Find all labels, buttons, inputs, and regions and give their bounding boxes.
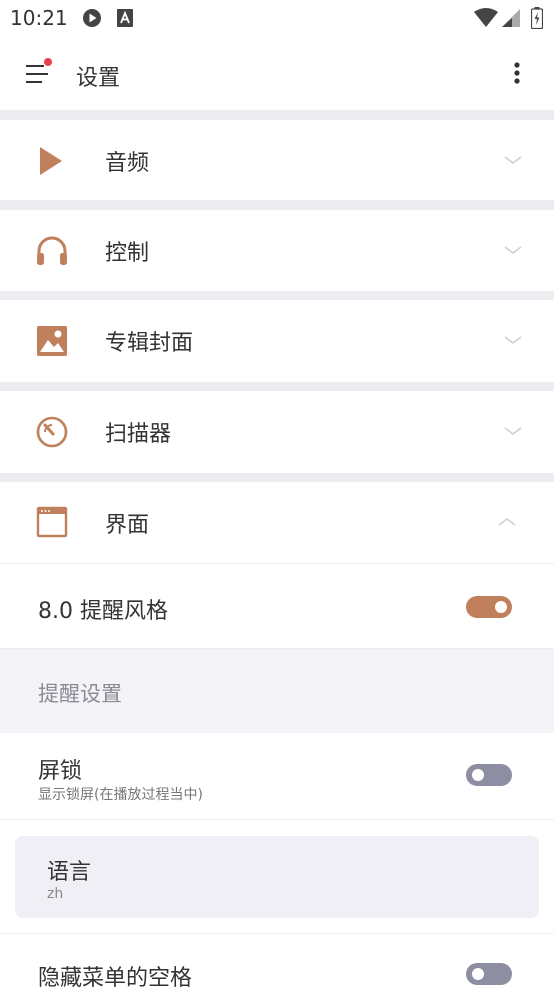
chevron-down-icon (500, 423, 526, 439)
setting-lock-screen-title: 屏锁 (38, 759, 83, 784)
chevron-down-icon (500, 152, 526, 168)
section-controls[interactable]: 控制 (0, 210, 554, 290)
lock-screen-toggle[interactable] (466, 764, 512, 786)
play-icon (34, 144, 70, 178)
setting-language-value: zh (47, 886, 64, 902)
setting-lock-screen[interactable]: 屏锁 显示锁屏(在播放过程当中) (0, 733, 554, 820)
separator (0, 200, 554, 210)
setting-hide-menu-spacing-title: 隐藏菜单的空格 (38, 966, 193, 991)
image-icon (34, 324, 70, 358)
section-scanner[interactable]: 扫描器 (0, 391, 554, 471)
window-icon (34, 505, 70, 539)
chevron-down-icon (500, 242, 526, 258)
wifi-icon (474, 8, 498, 32)
chevron-up-icon (494, 514, 520, 530)
setting-language[interactable]: 语言 zh (15, 836, 539, 918)
chevron-down-icon (500, 332, 526, 348)
section-album-art[interactable]: 专辑封面 (0, 300, 554, 380)
page-title: 设置 (76, 66, 121, 91)
section-interface-label: 界面 (105, 513, 150, 538)
divider (0, 819, 554, 820)
play-circle-icon (82, 8, 102, 32)
section-audio[interactable]: 音频 (0, 120, 554, 200)
gauge-icon (34, 415, 70, 449)
menu-icon (26, 58, 52, 83)
section-controls-label: 控制 (105, 241, 150, 266)
headphones-icon (34, 234, 70, 268)
setting-lock-screen-subtitle: 显示锁屏(在播放过程当中) (38, 787, 203, 803)
more-options-button[interactable] (500, 56, 534, 92)
more-vertical-icon (514, 62, 520, 84)
setting-notification-style[interactable]: 8.0 提醒风格 (0, 564, 554, 649)
separator (0, 110, 554, 120)
status-bar: 10:21 (0, 0, 554, 38)
separator (0, 382, 554, 391)
setting-hide-menu-spacing[interactable]: 隐藏菜单的空格 (0, 934, 554, 991)
section-album-art-label: 专辑封面 (105, 331, 194, 356)
notification-settings-header-label: 提醒设置 (38, 682, 122, 706)
separator (0, 291, 554, 300)
section-interface[interactable]: 界面 (0, 482, 554, 564)
setting-notification-style-title: 8.0 提醒风格 (38, 599, 168, 624)
notification-style-toggle[interactable] (466, 596, 512, 618)
app-bar: 设置 (0, 38, 554, 110)
hide-menu-spacing-toggle[interactable] (466, 963, 512, 985)
section-scanner-label: 扫描器 (105, 422, 172, 447)
setting-language-title: 语言 (47, 860, 92, 885)
a-square-icon (117, 9, 133, 31)
signal-icon (502, 8, 520, 32)
notification-dot (44, 58, 52, 66)
section-audio-label: 音频 (105, 151, 150, 176)
separator (0, 473, 554, 482)
status-time: 10:21 (10, 6, 68, 30)
notification-settings-header: 提醒设置 (0, 649, 554, 733)
battery-charging-icon (530, 7, 544, 33)
menu-button[interactable] (22, 56, 56, 92)
